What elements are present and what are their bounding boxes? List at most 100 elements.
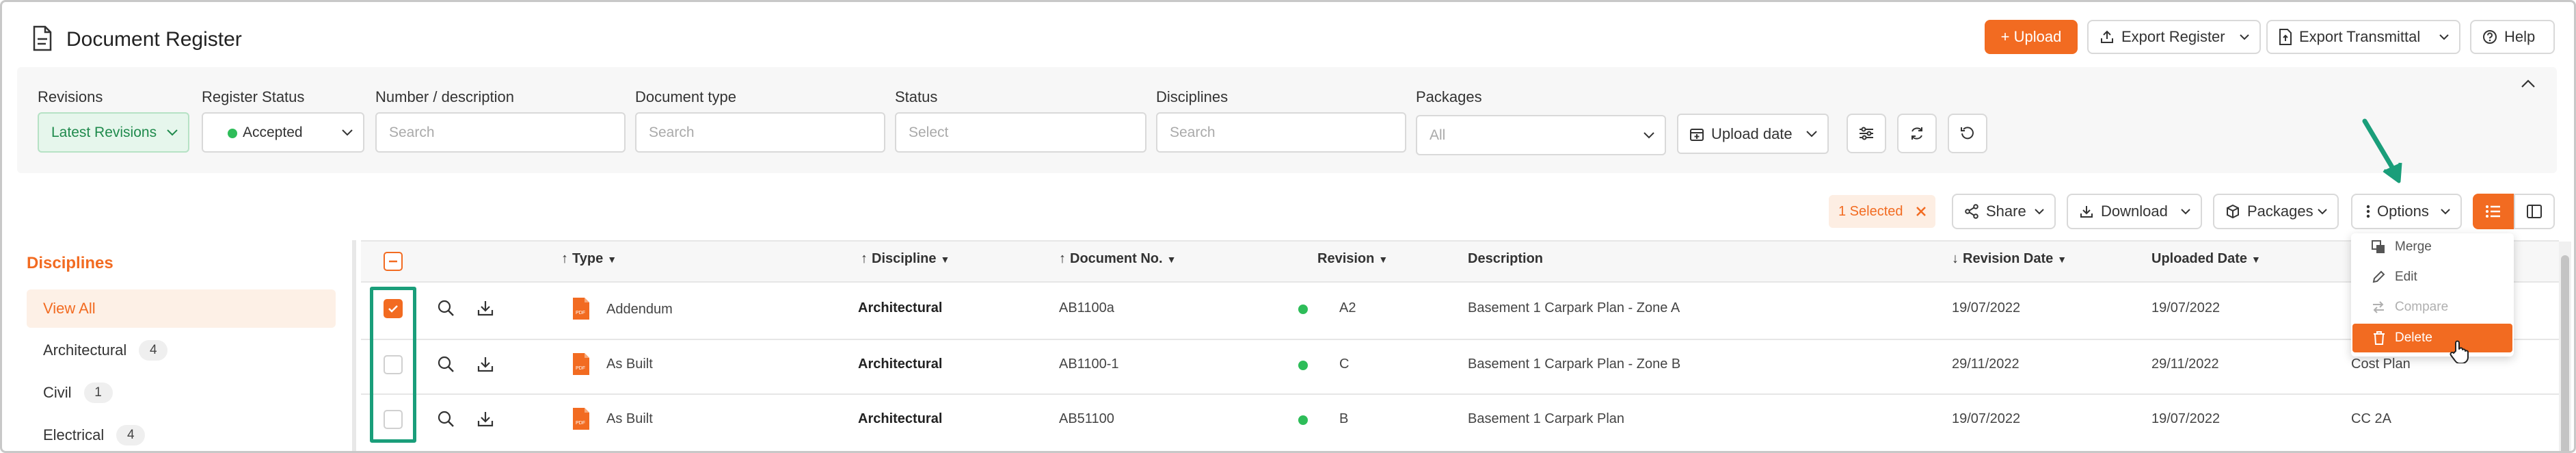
help-button[interactable]: Help xyxy=(2470,20,2555,54)
disciplines-input[interactable]: Search xyxy=(1156,112,1406,153)
column-header-discipline[interactable]: ↑ Discipline ▼ xyxy=(861,251,950,267)
cell-package: CC 2A xyxy=(2351,411,2391,426)
export-icon xyxy=(2099,29,2115,44)
reset-button[interactable] xyxy=(1948,114,1987,153)
list-view-icon xyxy=(2485,205,2501,218)
sidebar-item-view-all[interactable]: View All xyxy=(27,289,336,328)
register-status-value: Accepted xyxy=(243,124,303,140)
status-select[interactable]: Select xyxy=(895,112,1146,153)
column-header-document-no[interactable]: ↑ Document No. ▼ xyxy=(1059,251,1176,267)
upload-date-value: Upload date xyxy=(1711,125,1793,142)
column-header-uploaded-date[interactable]: Uploaded Date ▼ xyxy=(2151,251,2261,267)
cell-type: Addendum xyxy=(606,302,673,317)
sidebar-item-architectural[interactable]: Architectural 4 xyxy=(28,340,168,361)
share-button[interactable]: Share xyxy=(1952,194,2056,229)
panel-view-button[interactable] xyxy=(2514,194,2555,229)
caret-down-icon: ▼ xyxy=(2057,253,2067,265)
cell-package: Cost Plan xyxy=(2351,357,2411,372)
menu-item-merge[interactable]: Merge xyxy=(2354,232,2511,262)
column-header-description[interactable]: Description xyxy=(1468,251,1543,267)
list-view-button[interactable] xyxy=(2473,194,2514,229)
sidebar-item-label: Architectural xyxy=(43,341,127,359)
upload-date-select[interactable]: Upload date xyxy=(1677,114,1829,154)
table-row[interactable] xyxy=(361,395,2559,450)
sort-arrow-icon: ↑ xyxy=(1059,251,1066,266)
column-header-type[interactable]: ↑ Type ▼ xyxy=(561,251,617,267)
menu-item-delete[interactable]: Delete xyxy=(2352,324,2512,352)
row-download-button[interactable] xyxy=(477,355,494,373)
status-dot xyxy=(1298,415,1308,425)
magnify-icon xyxy=(437,410,455,428)
column-label: Document No. xyxy=(1070,251,1163,266)
column-header-revision-date[interactable]: ↓ Revision Date ▼ xyxy=(1952,251,2067,267)
row-download-button[interactable] xyxy=(477,299,494,317)
cell-description: Basement 1 Carpark Plan xyxy=(1468,411,1625,426)
collapse-filters-button[interactable] xyxy=(2521,79,2536,88)
revisions-value: Latest Revisions xyxy=(51,124,157,140)
export-register-button[interactable]: Export Register xyxy=(2087,20,2261,54)
register-status-select[interactable]: Accepted xyxy=(202,112,364,153)
cell-revision-date: 29/11/2022 xyxy=(1952,357,2020,372)
menu-item-label: Delete xyxy=(2395,331,2432,345)
count-badge: 4 xyxy=(139,340,168,361)
packages-button[interactable]: Packages xyxy=(2213,194,2339,229)
column-header-revision[interactable]: Revision ▼ xyxy=(1317,251,1388,267)
upload-button[interactable]: + Upload xyxy=(1985,20,2078,54)
chevron-down-icon xyxy=(2034,208,2045,215)
sort-arrow-icon: ↑ xyxy=(561,251,568,266)
number-description-input[interactable]: Search xyxy=(375,112,626,153)
clear-selection-icon[interactable] xyxy=(1916,206,1927,217)
count-badge: 4 xyxy=(116,425,146,445)
cell-document-no[interactable]: AB1100-1 xyxy=(1059,357,1118,372)
vertical-scrollbar[interactable] xyxy=(2559,242,2571,451)
chevron-down-icon xyxy=(2180,208,2191,215)
sidebar-item-civil[interactable]: Civil 1 xyxy=(28,383,113,403)
menu-item-edit[interactable]: Edit xyxy=(2354,262,2511,292)
sort-arrow-icon: ↓ xyxy=(1952,251,1959,266)
column-label: Description xyxy=(1468,251,1544,266)
menu-item-compare[interactable]: Compare xyxy=(2354,292,2511,322)
menu-item-label: Merge xyxy=(2395,240,2432,254)
export-transmittal-button[interactable]: Export Transmittal xyxy=(2266,20,2460,54)
cell-type: As Built xyxy=(606,357,653,372)
document-type-label: Document type xyxy=(635,88,736,105)
select-all-checkbox[interactable] xyxy=(384,252,403,271)
cell-revision: B xyxy=(1339,411,1349,426)
cell-document-no[interactable]: AB1100a xyxy=(1059,300,1114,316)
sidebar-item-electrical[interactable]: Electrical 4 xyxy=(28,425,146,445)
options-button[interactable]: Options xyxy=(2351,194,2462,229)
download-button[interactable]: Download xyxy=(2067,194,2202,229)
table-row[interactable] xyxy=(361,284,2559,339)
column-label: Type xyxy=(572,251,604,266)
caret-down-icon: ▼ xyxy=(1378,253,1388,265)
hand-cursor-icon xyxy=(2450,340,2469,363)
preview-button[interactable] xyxy=(437,355,455,373)
caret-down-icon: ▼ xyxy=(2251,253,2261,265)
filter-settings-button[interactable] xyxy=(1847,114,1886,153)
table-row[interactable] xyxy=(361,340,2559,393)
chevron-down-icon xyxy=(2440,208,2451,215)
export-transmittal-label: Export Transmittal xyxy=(2299,28,2421,45)
sidebar-item-label: View All xyxy=(43,300,96,317)
chevron-down-icon xyxy=(2317,208,2328,215)
revisions-select[interactable]: Latest Revisions xyxy=(38,112,189,153)
caret-down-icon: ▼ xyxy=(940,253,950,265)
magnify-icon xyxy=(437,355,455,373)
sidebar-item-label: Civil xyxy=(43,384,72,401)
preview-button[interactable] xyxy=(437,410,455,428)
refresh-button[interactable] xyxy=(1897,114,1937,153)
package-icon xyxy=(2225,204,2240,219)
selected-count: 1 Selected xyxy=(1838,203,1903,219)
cell-document-no[interactable]: AB51100 xyxy=(1059,411,1114,427)
download-icon xyxy=(477,355,494,373)
column-label: Discipline xyxy=(872,251,937,266)
row-download-button[interactable] xyxy=(477,410,494,428)
reset-icon xyxy=(1959,125,1976,142)
cell-revision-date: 19/07/2022 xyxy=(1952,300,2021,315)
document-type-input[interactable]: Search xyxy=(635,112,885,153)
cell-revision-date: 19/07/2022 xyxy=(1952,411,2021,426)
packages-select[interactable]: All xyxy=(1416,115,1666,155)
scrollbar-thumb[interactable] xyxy=(2561,255,2569,451)
chevron-down-icon xyxy=(2439,34,2450,40)
preview-button[interactable] xyxy=(437,299,455,317)
